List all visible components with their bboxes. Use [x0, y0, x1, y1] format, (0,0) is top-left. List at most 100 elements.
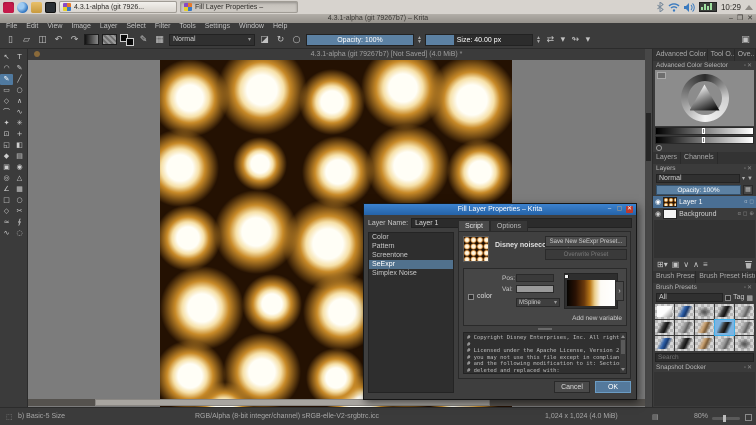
menu-item[interactable]: Settings	[201, 23, 234, 31]
color-history-icon[interactable]	[656, 145, 662, 151]
preserve-alpha-icon[interactable]: ○	[290, 35, 303, 45]
raspberry-menu-icon[interactable]	[3, 2, 14, 13]
layer-blend-mode-select[interactable]: Normal	[656, 174, 740, 183]
brush-preset[interactable]	[655, 304, 674, 319]
mirror-dropdown-icon[interactable]: ▾	[560, 35, 566, 45]
advanced-color-selector[interactable]	[655, 70, 754, 126]
canvas-only-button[interactable]	[745, 414, 752, 421]
zoom-slider-handle[interactable]	[723, 415, 726, 422]
docker-tab[interactable]: Brush Preset History	[696, 271, 756, 283]
lock-icon[interactable]: ◻	[749, 199, 754, 205]
tool-button[interactable]: ≈	[0, 217, 13, 228]
browser-icon[interactable]	[17, 2, 28, 13]
clock[interactable]: 10:29	[721, 3, 741, 12]
menu-item[interactable]: View	[43, 23, 66, 31]
tool-button[interactable]: ▤	[13, 151, 26, 162]
save-document-icon[interactable]: ◫	[36, 35, 49, 45]
gradient-preview[interactable]	[564, 273, 618, 309]
new-document-icon[interactable]: ▯	[4, 35, 17, 45]
menu-item[interactable]: Tools	[175, 23, 199, 31]
menu-item[interactable]: Window	[235, 23, 268, 31]
brush-preset[interactable]	[715, 336, 734, 351]
terminal-icon[interactable]	[45, 2, 56, 13]
tool-button[interactable]: ◉	[13, 162, 26, 173]
brush-search-input[interactable]	[656, 354, 753, 361]
menu-item[interactable]: Edit	[22, 23, 42, 31]
eraser-mode-icon[interactable]: ◪	[258, 35, 271, 45]
taskbar-window-fill-layer[interactable]: Fill Layer Properties –	[180, 1, 298, 13]
layer-opacity-slider[interactable]: Opacity: 100%	[656, 185, 741, 195]
visibility-eye-icon[interactable]: ◉	[655, 210, 661, 218]
tool-button[interactable]: ▣	[0, 162, 13, 173]
alpha-icon[interactable]: α	[738, 211, 741, 217]
tool-button[interactable]: ▭	[0, 85, 13, 96]
move-layer-down-button[interactable]: ∨	[683, 260, 689, 269]
open-document-icon[interactable]: ▱	[20, 35, 33, 45]
brush-preset[interactable]	[695, 336, 714, 351]
layer-options-button[interactable]: ▦	[743, 185, 753, 195]
dialog-minimize-button[interactable]: –	[606, 206, 613, 213]
tool-button[interactable]: ◇	[0, 206, 13, 217]
window-titlebar[interactable]: 4.3.1-alpha (git 79267b7) – Krita – ❐ ✕	[0, 15, 756, 23]
tool-button[interactable]: □	[0, 195, 13, 206]
chevron-down-icon[interactable]: ▾	[742, 175, 745, 182]
dialog-titlebar[interactable]: Fill Layer Properties – Krita – ▢ ✕	[364, 204, 636, 215]
selection-mode-icon[interactable]: ⬚	[6, 413, 13, 421]
cancel-button[interactable]: Cancel	[554, 381, 590, 393]
wrap-dropdown-icon[interactable]: ▾	[585, 35, 591, 45]
color-slider-value[interactable]	[655, 136, 754, 144]
docker-header-buttons[interactable]: ▫✕	[744, 165, 753, 172]
zoom-slider[interactable]	[712, 417, 740, 420]
docker-tab[interactable]: Layers	[653, 152, 681, 164]
tool-button[interactable]: ◌	[13, 228, 26, 239]
bluetooth-icon[interactable]	[656, 2, 664, 12]
ok-button[interactable]: OK	[595, 381, 631, 393]
visibility-eye-icon[interactable]: ◉	[655, 198, 661, 206]
splitter-handle[interactable]	[538, 328, 552, 330]
val-field[interactable]	[516, 285, 554, 293]
tool-button[interactable]: ○	[13, 85, 26, 96]
docker-tab[interactable]: Ove...	[735, 49, 756, 61]
next-variable-button[interactable]: ›	[615, 281, 624, 301]
menu-item[interactable]: Image	[67, 23, 94, 31]
view-mode-icon[interactable]: ▦	[746, 294, 753, 302]
brush-preset[interactable]	[715, 320, 734, 335]
wrap-around-icon[interactable]: ↬	[569, 35, 582, 45]
reload-preset-icon[interactable]: ↻	[274, 35, 287, 45]
size-spinner[interactable]: ▲▼	[536, 36, 541, 44]
wifi-icon[interactable]	[668, 3, 680, 12]
interpolation-select[interactable]: MSpline▾	[516, 298, 560, 307]
workspace-chooser-icon[interactable]: ▣	[739, 35, 752, 45]
layer-row[interactable]: ◉ Background α◻⊕	[653, 208, 756, 220]
tool-button[interactable]: ╱	[13, 74, 26, 85]
docker-header-buttons[interactable]: ▫✕	[744, 62, 753, 69]
tool-button[interactable]: ✂	[13, 206, 26, 217]
menu-item[interactable]: Layer	[96, 23, 122, 31]
docker-tab[interactable]: Brush Presets	[653, 271, 696, 283]
pattern-swatch[interactable]	[102, 34, 117, 45]
zoom-level-label[interactable]: 80%	[694, 413, 708, 420]
brush-preset[interactable]	[655, 336, 674, 351]
filter-icon[interactable]: ▼	[747, 176, 753, 182]
script-text-area[interactable]: # Copyright Disney Enterprises, Inc. All…	[463, 332, 627, 374]
docker-tab[interactable]: Tool O...	[708, 49, 735, 61]
taskbar-window-krita[interactable]: 4.3.1-alpha (git 7926...	[59, 1, 177, 13]
brush-preset[interactable]	[675, 336, 694, 351]
file-manager-icon[interactable]	[31, 2, 42, 13]
script-scrollbar-thumb[interactable]	[621, 340, 625, 354]
layer-properties-button[interactable]: ≡	[703, 260, 708, 269]
tool-button[interactable]: ▦	[13, 184, 26, 195]
generator-list-item[interactable]: Pattern	[369, 242, 453, 251]
gradient-swatch[interactable]	[84, 34, 99, 45]
brush-filter-select[interactable]: All	[656, 293, 723, 302]
layer-row[interactable]: ◉ Layer 1 α◻	[653, 196, 756, 208]
menu-item[interactable]: Filter	[151, 23, 175, 31]
pos-field[interactable]	[516, 274, 554, 282]
properties-icon[interactable]: ⊕	[749, 211, 754, 217]
edit-brush-settings-icon[interactable]: ✎	[137, 35, 150, 45]
gradient-stop-marker[interactable]	[565, 275, 568, 278]
brush-preset[interactable]	[655, 320, 674, 335]
move-layer-up-button[interactable]: ∧	[693, 260, 699, 269]
dialog-close-button[interactable]: ✕	[626, 206, 633, 213]
size-slider[interactable]: Size: 40.00 px	[425, 34, 533, 46]
